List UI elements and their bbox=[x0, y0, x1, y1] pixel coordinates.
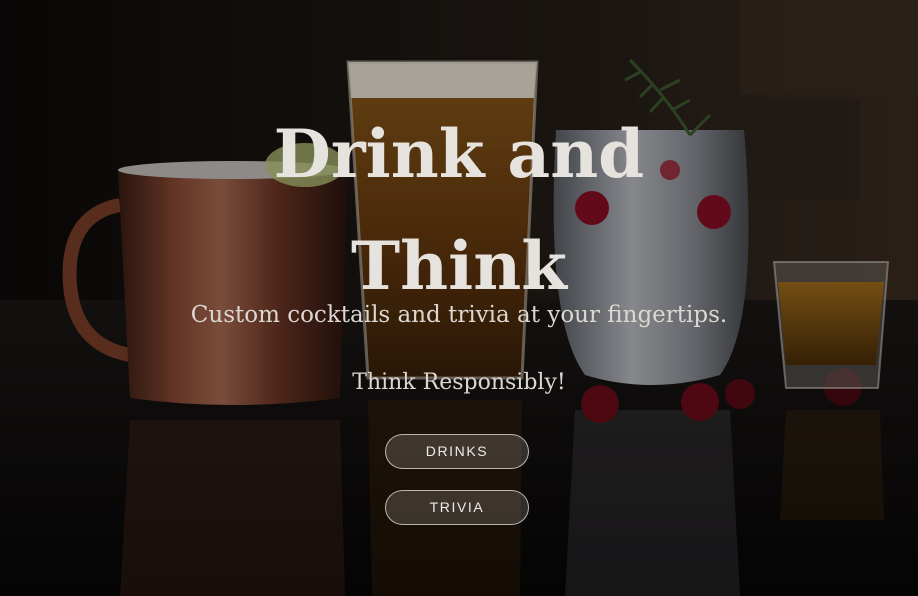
drinks-button[interactable]: DRINKS bbox=[385, 434, 529, 469]
hero-section: Drink and Think Custom cocktails and tri… bbox=[0, 0, 918, 596]
tagline: Think Responsibly! bbox=[352, 370, 566, 395]
hero-content: Drink and Think Custom cocktails and tri… bbox=[0, 0, 918, 596]
trivia-button[interactable]: TRIVIA bbox=[385, 490, 529, 525]
page-title: Drink and Think bbox=[0, 98, 918, 322]
title-line-1: Drink and bbox=[273, 115, 645, 193]
subtitle: Custom cocktails and trivia at your fing… bbox=[190, 302, 728, 328]
